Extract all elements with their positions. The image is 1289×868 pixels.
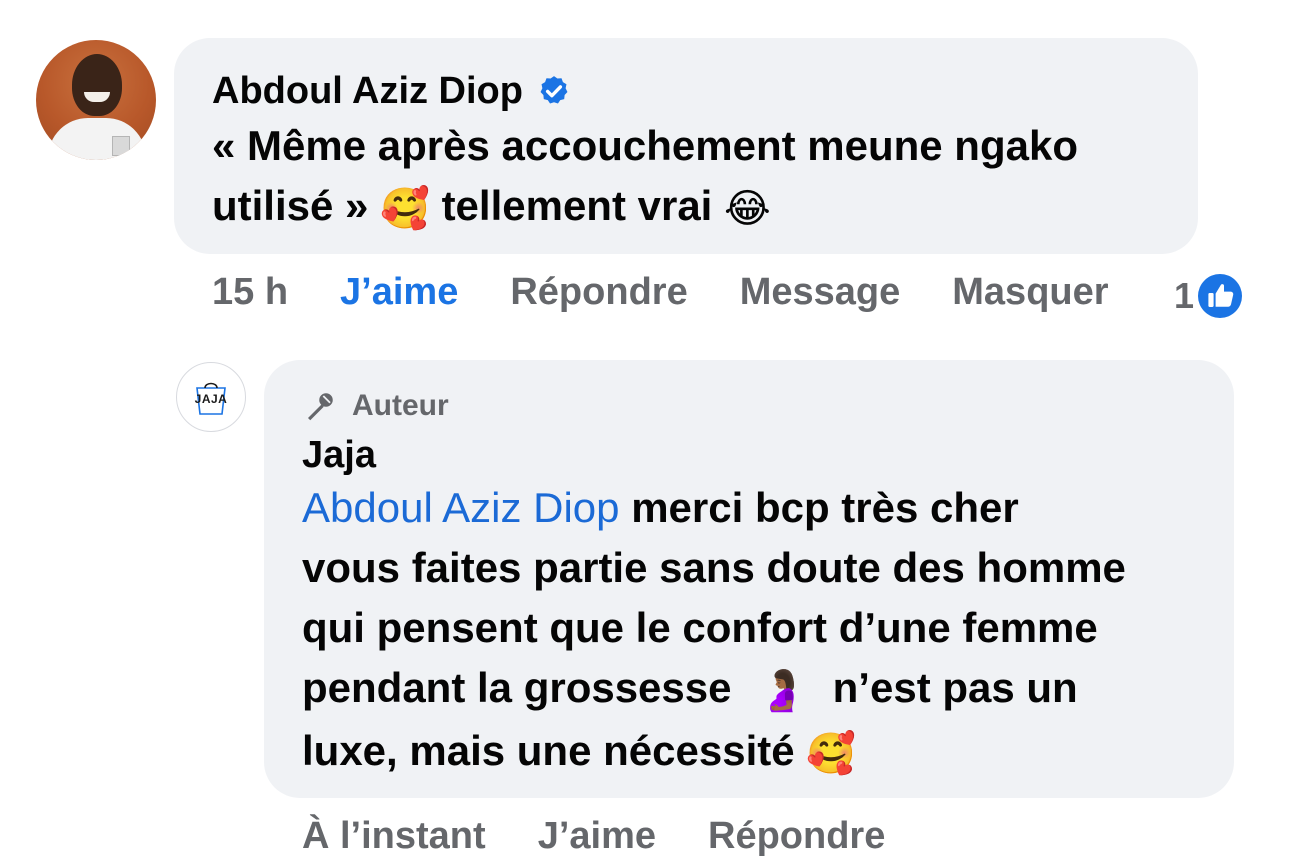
- page-avatar[interactable]: JAJA: [176, 362, 246, 432]
- comment-timestamp[interactable]: 15 h: [212, 270, 288, 314]
- verified-badge-icon: [540, 76, 568, 104]
- tears-of-joy-emoji: 😂: [724, 187, 771, 231]
- reply-bubble: Auteur Jaja Abdoul Aziz Diop merci bcp t…: [264, 360, 1234, 798]
- comment-text-part: tellement vrai: [441, 182, 713, 229]
- like-button[interactable]: J’aime: [538, 814, 656, 858]
- reply-line: Abdoul Aziz Diop merci bcp très cher: [302, 478, 1196, 538]
- reply-line: luxe, mais une nécessité 🥰: [302, 721, 1196, 784]
- mention-link[interactable]: Abdoul Aziz Diop: [302, 484, 620, 531]
- comment-bubble: Abdoul Aziz Diop « Même après accoucheme…: [174, 38, 1198, 254]
- comment-line: « Même après accouchement meune ngako: [212, 122, 1078, 169]
- microphone-icon: [308, 393, 333, 421]
- comment-text-part: utilisé »: [212, 182, 369, 229]
- reply-actions: À l’instant J’aime Répondre: [302, 814, 885, 858]
- reaction-count-number: 1: [1174, 275, 1195, 316]
- message-button[interactable]: Message: [740, 270, 901, 314]
- commenter-avatar[interactable]: [36, 40, 156, 160]
- reply-button[interactable]: Répondre: [510, 270, 687, 314]
- reply-button[interactable]: Répondre: [708, 814, 885, 858]
- comment-text: « Même après accouchement meune ngako ut…: [212, 116, 1160, 239]
- hide-button[interactable]: Masquer: [952, 270, 1108, 314]
- reply-author-name[interactable]: Jaja: [302, 432, 376, 478]
- comment-line: utilisé » 🥰 tellement vrai 😂: [212, 176, 1160, 239]
- reply-line: qui pensent que le confort d’une femme: [302, 604, 1098, 651]
- reply-text-part: luxe, mais une nécessité: [302, 727, 795, 774]
- reply-text: Abdoul Aziz Diop merci bcp très cher vou…: [302, 478, 1196, 784]
- like-button[interactable]: J’aime: [340, 270, 458, 314]
- reply-author-row: Jaja: [302, 432, 1196, 478]
- reply-line: vous faites partie sans doute des homme: [302, 544, 1126, 591]
- reply-text-part: merci bcp très cher: [631, 484, 1019, 531]
- reply-line: pendant la grossesse 🤰🏾 n’est pas un: [302, 658, 1196, 721]
- author-badge: Auteur: [302, 386, 1196, 426]
- comment-actions: 15 h J’aime Répondre Message Masquer: [212, 270, 1109, 314]
- comment-author-name[interactable]: Abdoul Aziz Diop: [212, 68, 523, 114]
- avatar-shirt: [48, 118, 146, 160]
- reply-text-part: n’est pas un: [832, 664, 1078, 711]
- reply-text-part: pendant la grossesse: [302, 664, 732, 711]
- reply-timestamp[interactable]: À l’instant: [302, 814, 486, 858]
- avatar-badge: [112, 136, 130, 156]
- reaction-count[interactable]: 1: [1174, 272, 1244, 320]
- thumbs-up-icon: [1198, 274, 1243, 318]
- smiling-hearts-emoji: 🥰: [380, 187, 430, 231]
- pregnant-woman-emoji: 🤰🏾: [757, 669, 807, 713]
- page-logo-text: JAJA: [194, 392, 228, 406]
- comment-author-row: Abdoul Aziz Diop: [212, 68, 1160, 114]
- smiling-hearts-emoji: 🥰: [806, 732, 857, 776]
- author-badge-label: Auteur: [352, 389, 449, 422]
- avatar-face: [72, 54, 122, 116]
